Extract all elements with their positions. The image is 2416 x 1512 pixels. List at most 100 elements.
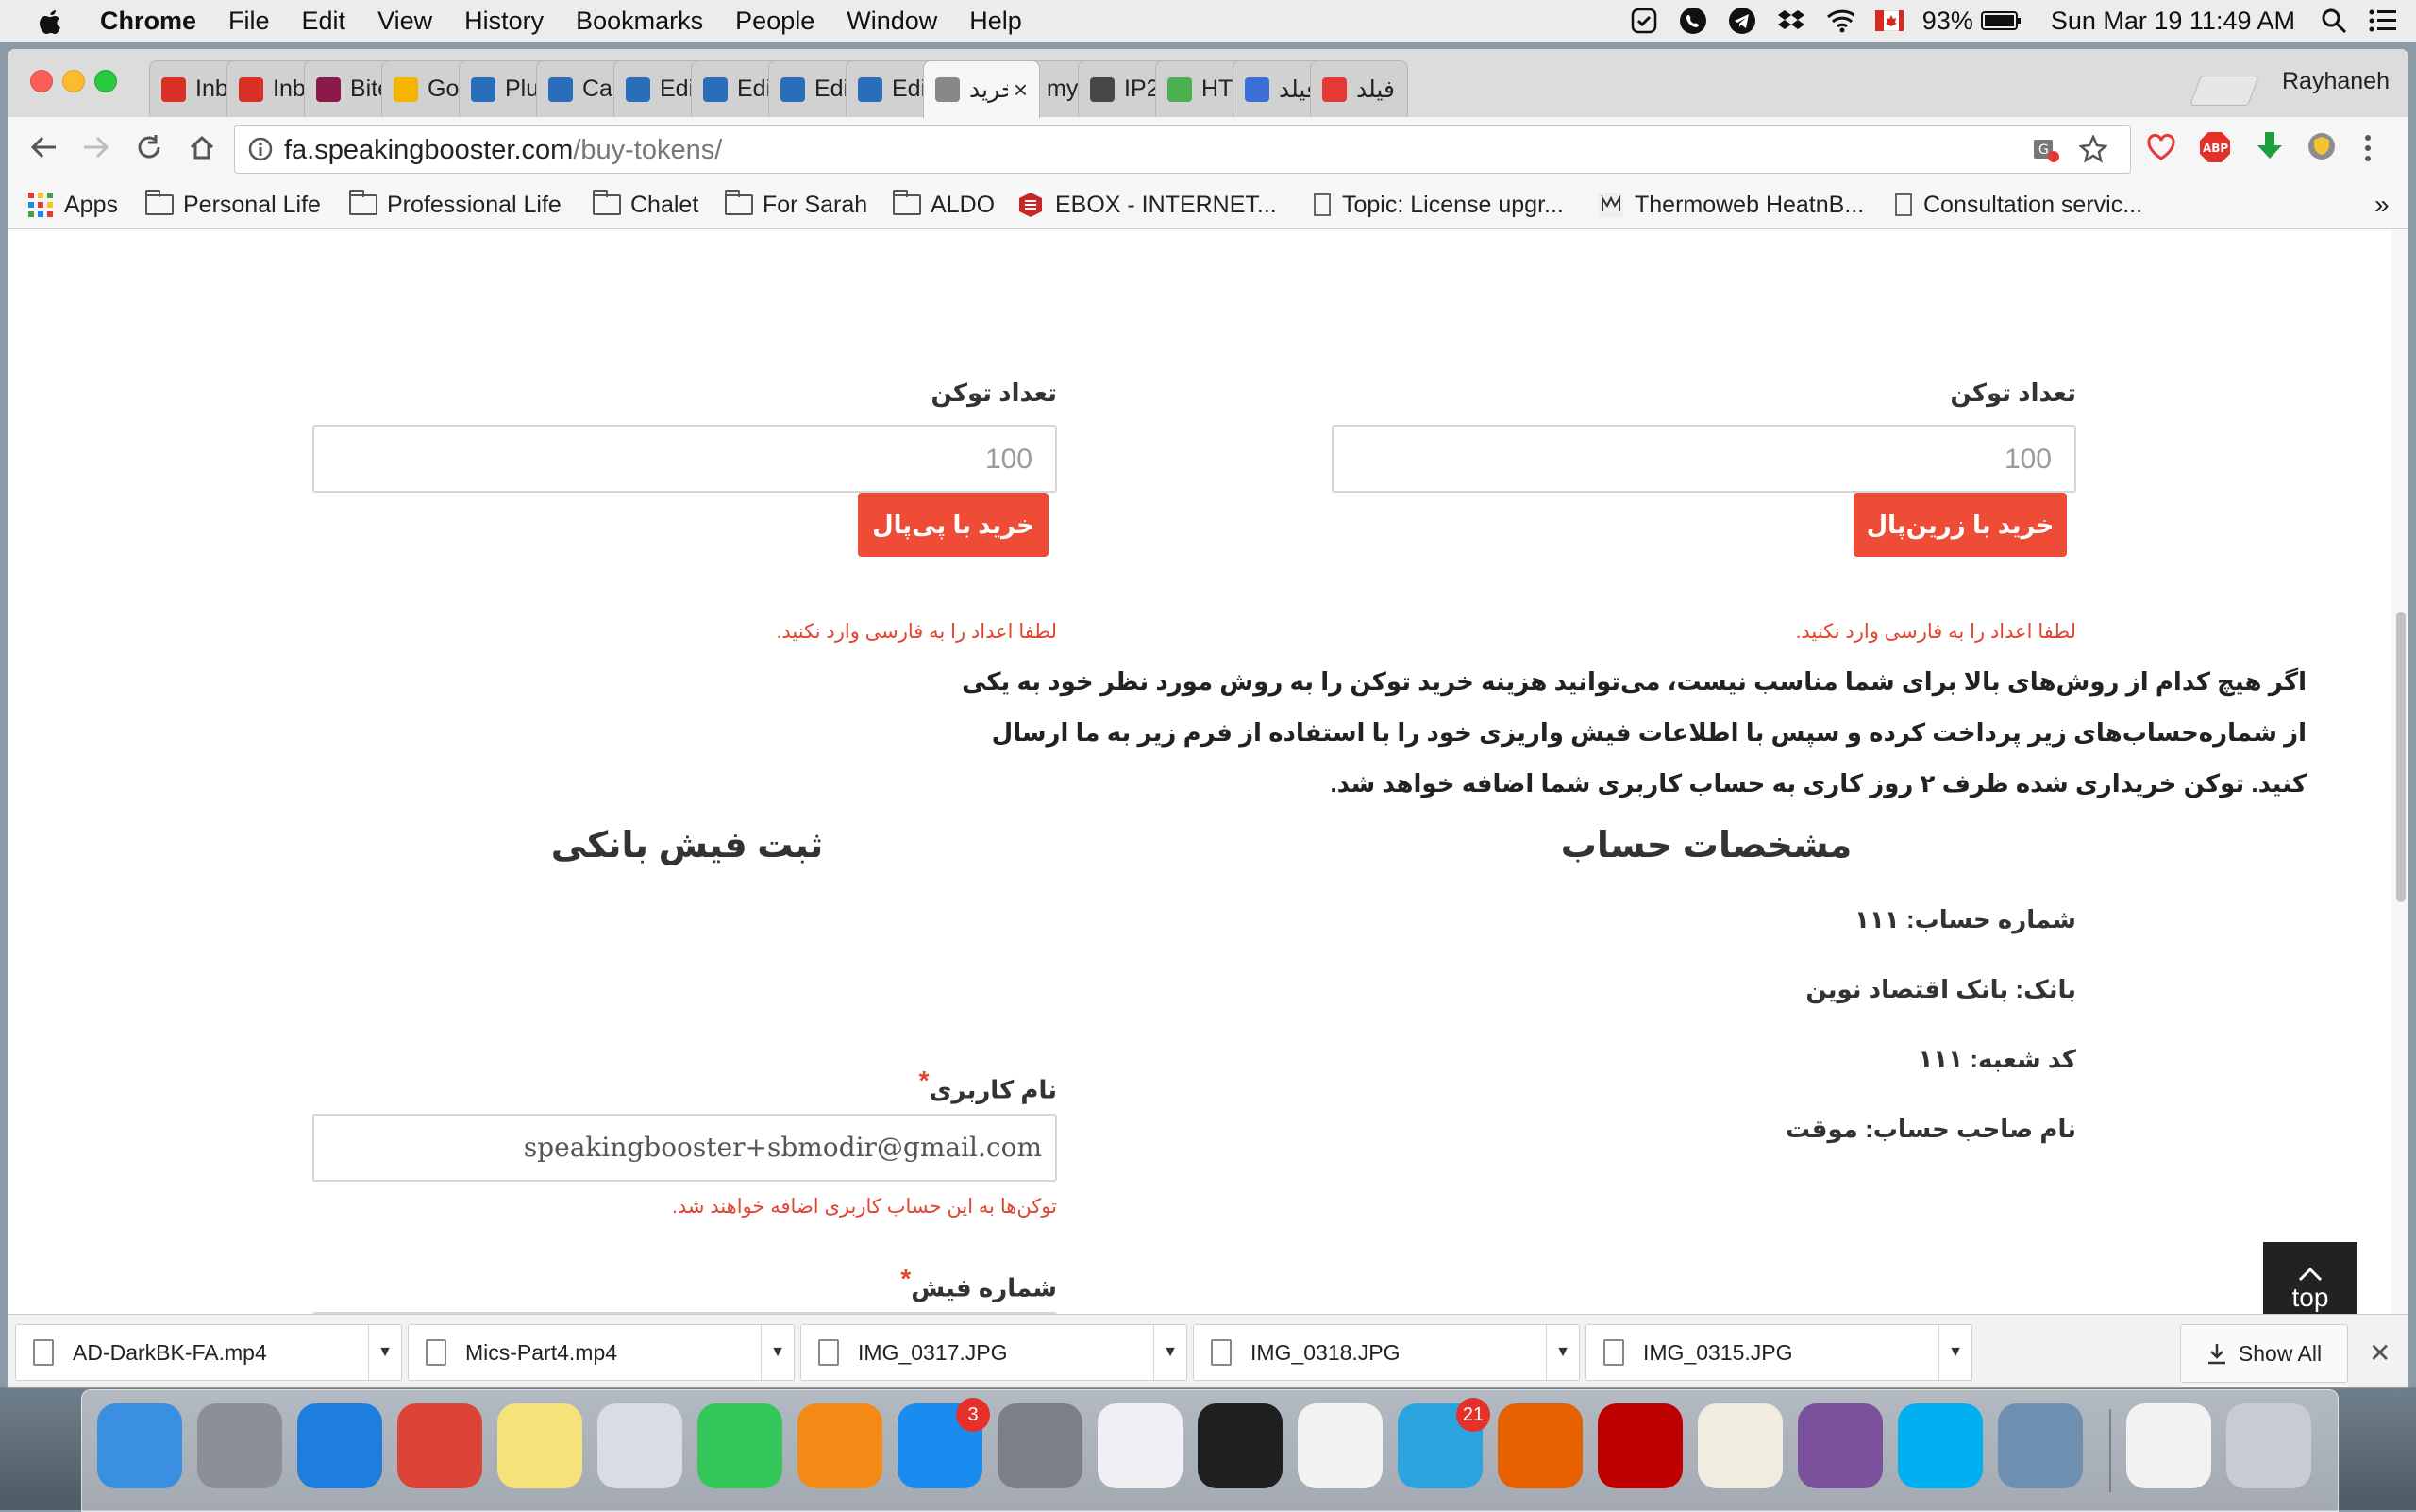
plugin-icon	[471, 76, 495, 102]
zarinpal-buy-button[interactable]: خرید با زرین‌پال	[1854, 493, 2067, 557]
show-all-downloads-button[interactable]: Show All	[2180, 1324, 2348, 1383]
download-item[interactable]: IMG_0318.JPG ▼	[1193, 1324, 1580, 1381]
bookmark-license-topic[interactable]: Topic: License upgr...	[1314, 189, 1564, 221]
browser-toolbar: fa.speakingbooster.com/buy-tokens/ G ABP	[8, 117, 2408, 181]
system-preferences-icon[interactable]	[998, 1403, 1082, 1488]
heart-extension-icon[interactable]	[2146, 132, 2176, 167]
menu-file[interactable]: File	[228, 7, 270, 36]
battery-icon[interactable]	[1980, 7, 2022, 35]
menu-window[interactable]: Window	[847, 7, 937, 36]
facetime-icon[interactable]	[697, 1403, 782, 1488]
profile-name[interactable]: Rayhaneh	[2282, 68, 2390, 95]
menu-edit[interactable]: Edit	[302, 7, 346, 36]
bookmark-thermoweb[interactable]: Thermoweb HeatnB...	[1599, 189, 1864, 221]
firefox-icon[interactable]	[1498, 1403, 1583, 1488]
menu-people[interactable]: People	[735, 7, 814, 36]
preview-icon[interactable]	[597, 1403, 682, 1488]
bookmarks-overflow-button[interactable]: »	[2374, 189, 2390, 221]
download-item[interactable]: AD-DarkBK-FA.mp4 ▼	[15, 1324, 402, 1381]
shield-extension-icon[interactable]	[2307, 131, 2337, 166]
chevron-down-icon[interactable]: ▼	[368, 1324, 401, 1381]
bookmark-ebox[interactable]: EBOX - INTERNET...	[1017, 189, 1277, 221]
viber-status-icon[interactable]	[1679, 7, 1707, 35]
download-item[interactable]: Mics-Part4.mp4 ▼	[408, 1324, 795, 1381]
download-item[interactable]: IMG_0317.JPG ▼	[800, 1324, 1187, 1381]
bookmark-folder-professional-life[interactable]: Professional Life	[349, 189, 562, 221]
checkmark-shield-icon[interactable]	[1630, 7, 1658, 35]
menu-history[interactable]: History	[464, 7, 544, 36]
download-item[interactable]: IMG_0315.JPG ▼	[1586, 1324, 1972, 1381]
spotlight-search-icon[interactable]	[2320, 7, 2348, 35]
image-file-icon	[1211, 1339, 1232, 1366]
adblock-plus-icon[interactable]: ABP	[2199, 131, 2231, 168]
page-scrollbar[interactable]	[2391, 229, 2408, 1351]
new-tab-button[interactable]	[2190, 76, 2259, 106]
itunes-icon[interactable]	[1098, 1403, 1183, 1488]
finder-icon[interactable]	[97, 1403, 182, 1488]
safari-icon[interactable]	[297, 1403, 382, 1488]
terminal-icon[interactable]	[1198, 1403, 1283, 1488]
trash-icon[interactable]	[2226, 1403, 2311, 1488]
bookmark-folder-chalet[interactable]: Chalet	[593, 189, 698, 221]
telegram-status-icon[interactable]	[1728, 7, 1756, 35]
paypal-token-input[interactable]: 100	[312, 425, 1057, 493]
close-window-button[interactable]	[30, 70, 53, 92]
chevron-down-icon[interactable]: ▼	[761, 1324, 794, 1381]
apple-icon[interactable]	[38, 7, 62, 35]
back-button[interactable]	[21, 125, 66, 170]
bookmark-folder-aldo[interactable]: ALDO	[893, 189, 995, 221]
browser-tab[interactable]: خرید×	[923, 60, 1040, 118]
skype-icon[interactable]	[1898, 1403, 1983, 1488]
bookmark-consultation[interactable]: Consultation servic...	[1895, 189, 2142, 221]
bookmark-star-icon[interactable]	[2078, 133, 2108, 168]
home-button[interactable]	[179, 125, 225, 170]
dictionary-icon[interactable]	[1698, 1403, 1783, 1488]
notes-icon[interactable]	[497, 1403, 582, 1488]
scrollbar-thumb[interactable]	[2396, 612, 2406, 902]
paypal-buy-button[interactable]: خرید با پی‌پال	[858, 493, 1049, 557]
chevron-down-icon[interactable]: ▼	[1546, 1324, 1579, 1381]
documents-icon[interactable]	[2126, 1403, 2211, 1488]
chrome-menu-icon[interactable]	[2363, 134, 2373, 167]
zarinpal-token-input[interactable]: 100	[1332, 425, 2076, 493]
info-icon[interactable]	[248, 137, 273, 166]
download-extension-icon[interactable]	[2254, 130, 2286, 167]
bookmark-apps[interactable]: Apps	[28, 189, 118, 221]
launchpad-icon[interactable]	[197, 1403, 282, 1488]
bookmark-folder-for-sarah[interactable]: For Sarah	[725, 189, 867, 221]
ibooks-icon[interactable]	[797, 1403, 882, 1488]
dropbox-icon[interactable]	[1777, 7, 1805, 35]
address-bar[interactable]: fa.speakingbooster.com/buy-tokens/ G	[234, 125, 2131, 174]
telegram-icon[interactable]: 21	[1398, 1398, 1490, 1488]
plugin-icon	[780, 76, 805, 102]
menu-help[interactable]: Help	[969, 7, 1022, 36]
app-store-icon[interactable]: 3	[898, 1398, 990, 1488]
chevron-down-icon[interactable]: ▼	[1153, 1324, 1186, 1381]
menu-view[interactable]: View	[378, 7, 432, 36]
reload-button[interactable]	[126, 125, 172, 170]
filezilla-icon[interactable]	[1598, 1403, 1683, 1488]
close-tab-icon[interactable]: ×	[1014, 76, 1028, 105]
plugin-icon	[858, 76, 882, 102]
menu-bookmarks[interactable]: Bookmarks	[576, 7, 703, 36]
viber-icon[interactable]	[1798, 1403, 1883, 1488]
bookmark-label: EBOX - INTERNET...	[1055, 191, 1277, 218]
translate-icon[interactable]: G	[2032, 136, 2060, 169]
required-mark: *	[918, 1066, 930, 1095]
numbers-icon[interactable]	[1298, 1403, 1383, 1488]
chrome-icon[interactable]	[397, 1403, 482, 1488]
notification-center-icon[interactable]	[2369, 7, 2397, 35]
photos-preview-icon[interactable]	[1998, 1403, 2083, 1488]
clock[interactable]: Sun Mar 19 11:49 AM	[2051, 7, 2295, 36]
bookmark-folder-personal-life[interactable]: Personal Life	[145, 189, 321, 221]
wifi-icon[interactable]	[1826, 7, 1854, 35]
forward-button[interactable]	[74, 125, 119, 170]
browser-tab[interactable]: ثبت فیلد	[1310, 60, 1408, 117]
canada-flag-icon[interactable]	[1874, 7, 1904, 35]
zoom-window-button[interactable]	[94, 70, 117, 92]
menu-app-name[interactable]: Chrome	[100, 7, 196, 36]
username-input[interactable]: speakingbooster+sbmodir@gmail.com	[312, 1114, 1057, 1182]
chevron-down-icon[interactable]: ▼	[1938, 1324, 1971, 1381]
close-download-shelf-icon[interactable]: ✕	[2369, 1337, 2391, 1369]
minimize-window-button[interactable]	[62, 70, 85, 92]
